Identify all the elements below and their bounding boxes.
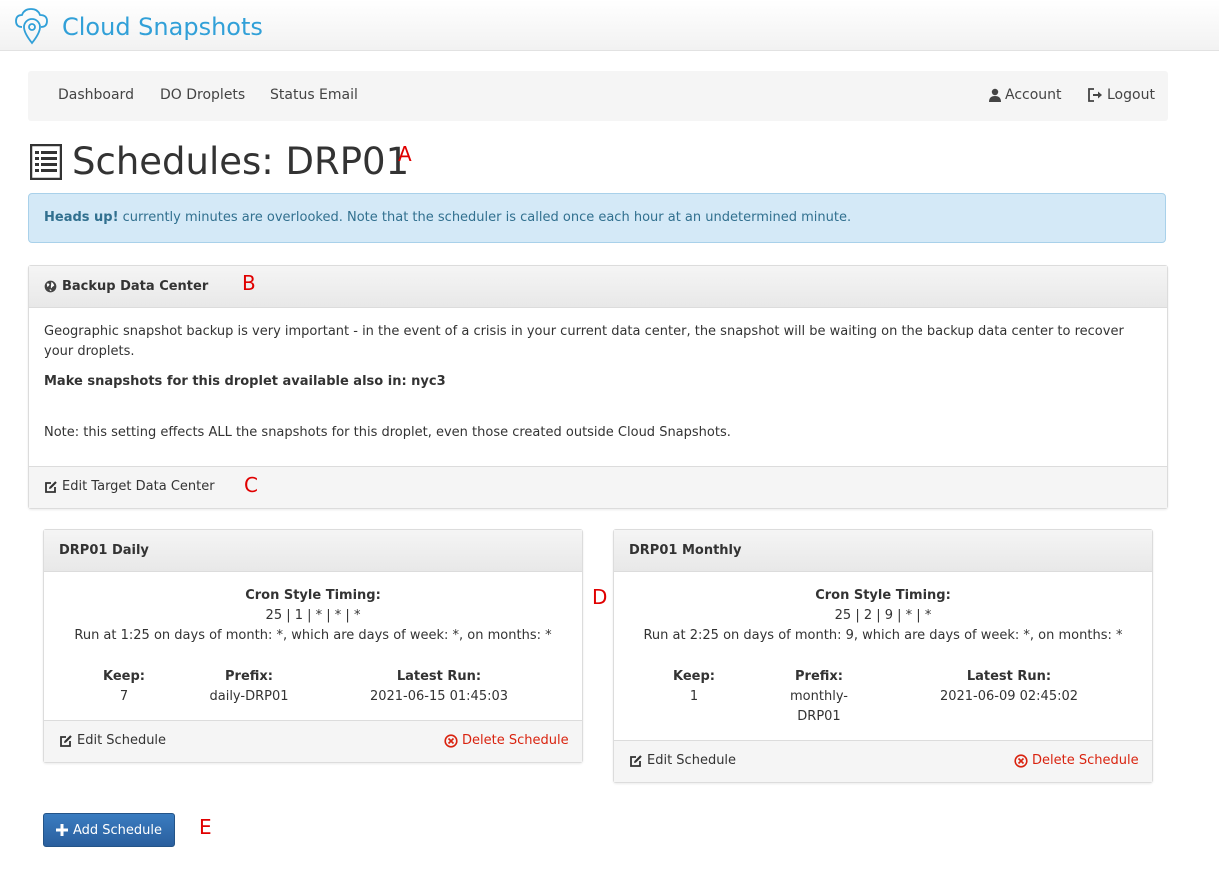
- nav-dashboard[interactable]: Dashboard: [58, 87, 134, 103]
- prefix-column: Prefix: monthly- DRP01: [764, 667, 874, 727]
- delete-schedule-label: Delete Schedule: [1032, 753, 1139, 768]
- circle-x-icon: [1014, 753, 1028, 768]
- nav-do-droplets[interactable]: DO Droplets: [160, 87, 245, 103]
- main-navbar: Dashboard DO Droplets Status Email Accou…: [28, 71, 1168, 121]
- annotation-a: A: [398, 142, 412, 166]
- top-bar: Cloud Snapshots: [0, 0, 1219, 51]
- keep-label: Keep:: [103, 669, 145, 684]
- nav-status-email[interactable]: Status Email: [270, 87, 358, 103]
- page-title: Schedules: DRP01: [72, 140, 410, 183]
- edit-icon: [60, 734, 72, 747]
- cron-value: 25 | 2 | 9 | * | *: [834, 608, 932, 623]
- prefix-value-line1: monthly-: [790, 689, 848, 704]
- add-schedule-button[interactable]: Add Schedule: [43, 813, 175, 847]
- annotation-c: C: [244, 473, 258, 497]
- schedule-heading: DRP01 Daily: [44, 530, 582, 572]
- keep-column: Keep: 7: [74, 667, 174, 707]
- backup-note: Note: this setting effects ALL the snaps…: [44, 425, 731, 440]
- nav-account[interactable]: Account: [988, 87, 1062, 103]
- keep-label: Keep:: [673, 669, 715, 684]
- latest-run-label: Latest Run:: [396, 669, 482, 684]
- keep-column: Keep: 1: [644, 667, 744, 707]
- edit-schedule-label: Edit Schedule: [647, 753, 737, 768]
- cron-label: Cron Style Timing:: [245, 588, 381, 603]
- schedule-panel-monthly: DRP01 Monthly Cron Style Timing: 25 | 2 …: [613, 529, 1153, 783]
- nav-logout[interactable]: Logout: [1088, 87, 1155, 103]
- cron-label: Cron Style Timing:: [815, 588, 951, 603]
- latest-run-value: 2021-06-09 02:45:02: [939, 689, 1079, 704]
- edit-icon: [630, 754, 642, 767]
- schedule-footer: Edit Schedule Delete Schedule: [614, 740, 1152, 782]
- alert-text: currently minutes are overlooked. Note t…: [118, 210, 852, 225]
- prefix-label: Prefix:: [225, 669, 273, 684]
- plus-icon: [55, 824, 68, 836]
- schedule-heading: DRP01 Monthly: [614, 530, 1152, 572]
- cloud-location-icon: [12, 5, 52, 48]
- circle-x-icon: [444, 733, 458, 748]
- delete-schedule-link[interactable]: Delete Schedule: [444, 733, 569, 748]
- edit-target-data-center-label: Edit Target Data Center: [62, 479, 215, 494]
- add-schedule-label: Add Schedule: [72, 822, 163, 838]
- list-icon: [30, 143, 62, 180]
- user-icon: [989, 88, 1001, 102]
- info-alert: Heads up! currently minutes are overlook…: [28, 193, 1166, 243]
- logout-icon: [1088, 88, 1102, 102]
- edit-icon: [45, 480, 57, 493]
- brand-name: Cloud Snapshots: [62, 12, 263, 41]
- edit-target-data-center-link[interactable]: Edit Target Data Center: [44, 479, 215, 494]
- backup-availability: Make snapshots for this droplet availabl…: [44, 374, 446, 389]
- schedule-title: DRP01 Monthly: [629, 543, 742, 558]
- backup-panel-heading: Backup Data Center: [29, 266, 1167, 308]
- backup-description: Geographic snapshot backup is very impor…: [44, 324, 1124, 359]
- latest-run-column: Latest Run: 2021-06-15 01:45:03: [354, 667, 524, 707]
- delete-schedule-label: Delete Schedule: [462, 733, 569, 748]
- annotation-d: D: [592, 585, 608, 609]
- edit-schedule-label: Edit Schedule: [77, 733, 167, 748]
- prefix-value-line2: DRP01: [797, 709, 841, 724]
- nav-account-label: Account: [1005, 87, 1062, 103]
- schedule-panel-daily: DRP01 Daily Cron Style Timing: 25 | 1 | …: [43, 529, 583, 763]
- cron-value: 25 | 1 | * | * | *: [265, 608, 361, 623]
- annotation-e: E: [199, 815, 212, 839]
- keep-value: 7: [119, 689, 129, 704]
- keep-value: 1: [689, 689, 699, 704]
- run-description: Run at 1:25 on days of month: *, which a…: [74, 628, 552, 643]
- run-description: Run at 2:25 on days of month: 9, which a…: [643, 628, 1123, 643]
- backup-panel-footer: Edit Target Data Center: [29, 466, 1167, 508]
- edit-schedule-link[interactable]: Edit Schedule: [629, 753, 736, 768]
- schedule-title: DRP01 Daily: [59, 543, 149, 558]
- prefix-value: daily-DRP01: [209, 689, 289, 704]
- latest-run-value: 2021-06-15 01:45:03: [369, 689, 509, 704]
- annotation-b: B: [242, 271, 256, 295]
- globe-icon: [44, 280, 57, 293]
- delete-schedule-link[interactable]: Delete Schedule: [1014, 753, 1139, 768]
- schedule-footer: Edit Schedule Delete Schedule: [44, 720, 582, 762]
- prefix-label: Prefix:: [795, 669, 843, 684]
- nav-logout-label: Logout: [1107, 87, 1155, 103]
- backup-data-center-panel: Backup Data Center Geographic snapshot b…: [28, 265, 1168, 509]
- latest-run-column: Latest Run: 2021-06-09 02:45:02: [924, 667, 1094, 707]
- alert-heading: Heads up!: [44, 210, 119, 225]
- edit-schedule-link[interactable]: Edit Schedule: [59, 733, 166, 748]
- backup-panel-title: Backup Data Center: [62, 279, 209, 294]
- page-header: Schedules: DRP01: [30, 140, 409, 183]
- latest-run-label: Latest Run:: [966, 669, 1052, 684]
- brand-link[interactable]: Cloud Snapshots: [12, 5, 263, 48]
- prefix-column: Prefix: daily-DRP01: [194, 667, 304, 707]
